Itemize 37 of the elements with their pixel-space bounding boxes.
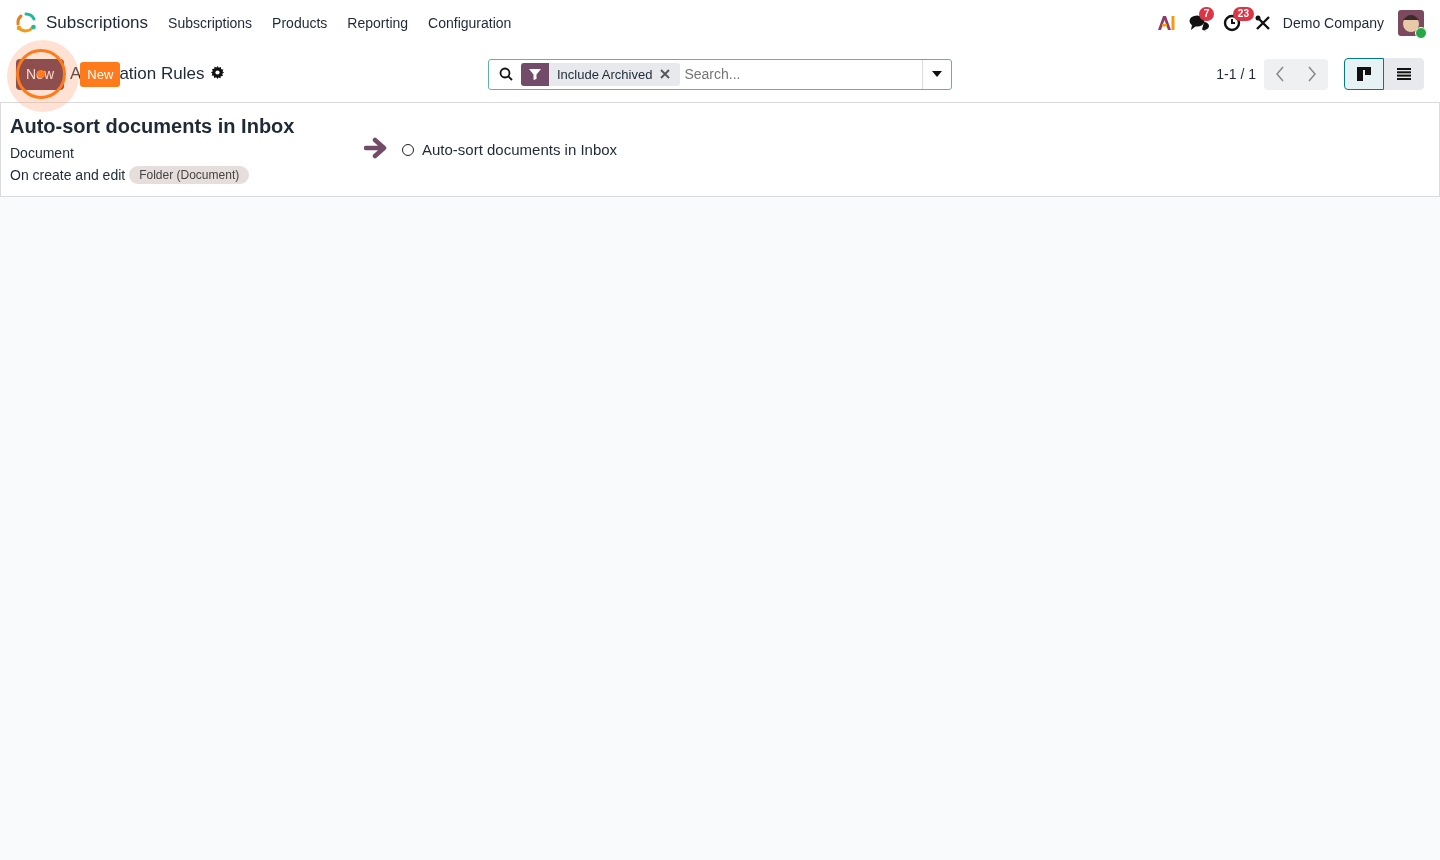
breadcrumb-title: A xyxy=(70,64,82,84)
chevron-right-icon xyxy=(1307,66,1317,82)
settings-icon[interactable] xyxy=(211,66,225,79)
trigger-field-tag: Folder (Document) xyxy=(129,166,250,184)
activity-count: 23 xyxy=(1232,7,1254,21)
search-bar[interactable]: Include Archived Search... xyxy=(488,58,952,90)
tour-tooltip: New xyxy=(80,61,121,87)
message-count: 7 xyxy=(1198,7,1215,21)
ai-icon[interactable] xyxy=(1156,15,1175,31)
rule-name: Auto-sort documents in Inbox xyxy=(10,115,296,138)
app-name[interactable]: Subscriptions xyxy=(46,13,149,33)
menu-item[interactable]: Products xyxy=(262,15,338,31)
action-name: Auto-sort documents in Inbox xyxy=(422,141,618,158)
online-status-icon xyxy=(1415,27,1427,39)
kanban-icon xyxy=(1357,67,1371,81)
breadcrumb-title: ation Rules xyxy=(119,64,205,84)
menu-item[interactable]: Configuration xyxy=(418,15,522,31)
rule-card[interactable]: Auto-sort documents in Inbox Document On create and edit Folder (Document) Auto-sort documents in Inbox xyxy=(0,103,1440,197)
chevron-left-icon xyxy=(1275,66,1285,82)
close-icon[interactable] xyxy=(660,69,671,79)
tools-icon[interactable] xyxy=(1254,15,1271,31)
trigger-text: On create and edit xyxy=(10,167,126,183)
list-view-button[interactable] xyxy=(1384,58,1424,90)
filter-icon xyxy=(521,62,549,86)
app-logo-icon[interactable] xyxy=(14,11,38,35)
menu-item[interactable]: Subscriptions xyxy=(158,15,263,31)
company-name[interactable]: Demo Company xyxy=(1282,15,1384,31)
pager-value[interactable]: 1-1 / 1 xyxy=(1216,66,1256,82)
menu-item[interactable]: Reporting xyxy=(337,15,419,31)
arrow-icon xyxy=(364,137,388,159)
list-icon xyxy=(1397,68,1411,80)
caret-icon[interactable] xyxy=(932,71,942,77)
kanban-view-button[interactable] xyxy=(1344,58,1384,90)
avatar-icon[interactable] xyxy=(1398,10,1424,36)
filter-facet-label: Include Archived xyxy=(556,66,654,82)
search-icon[interactable] xyxy=(499,67,513,81)
model-name: Document xyxy=(10,145,75,161)
